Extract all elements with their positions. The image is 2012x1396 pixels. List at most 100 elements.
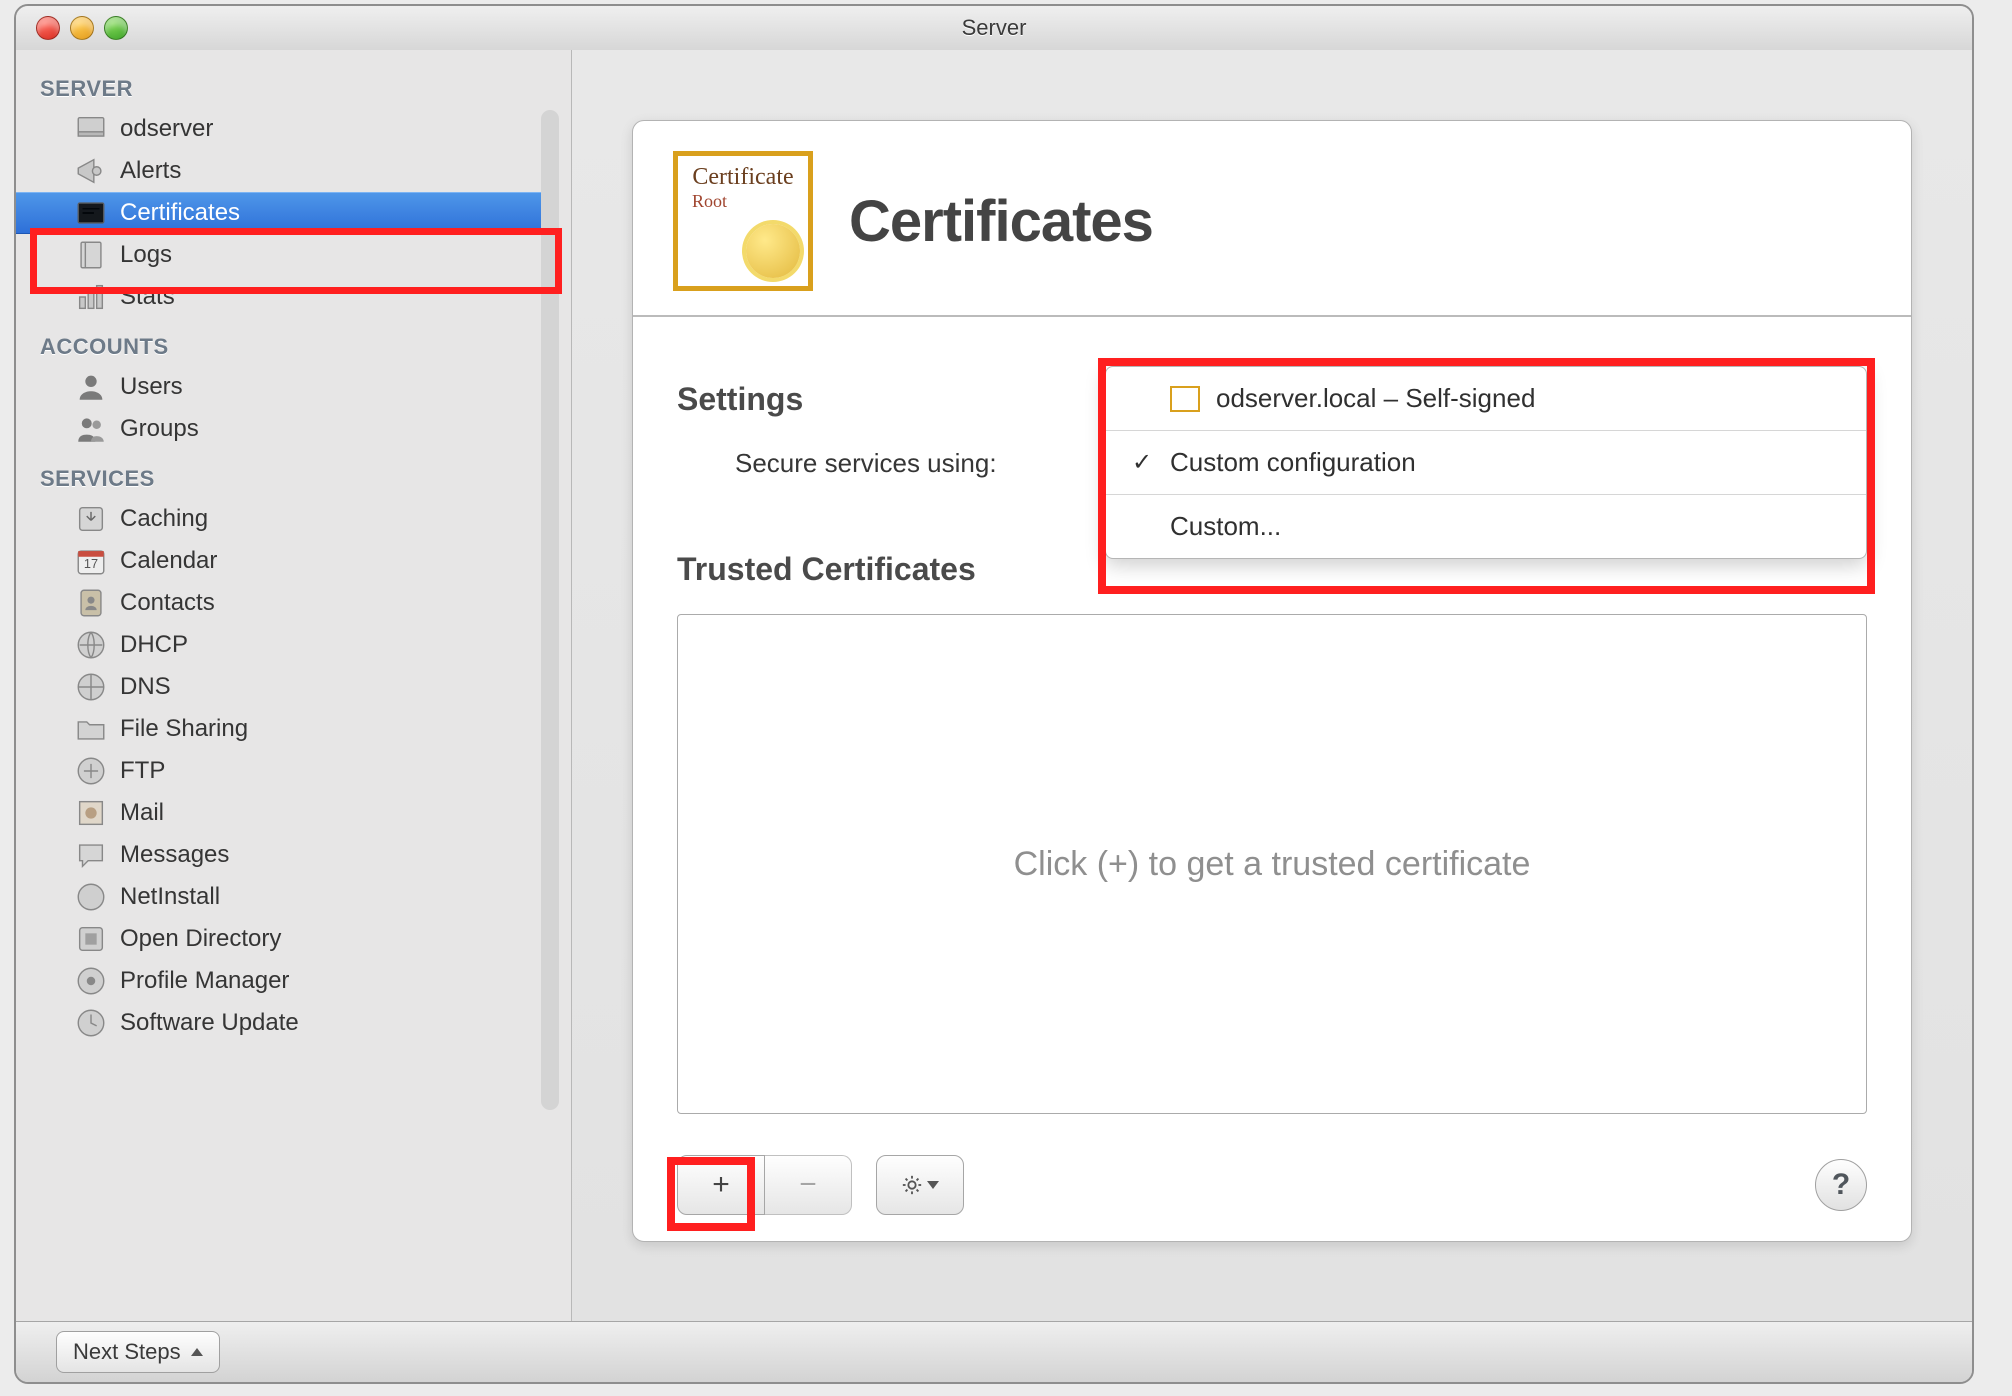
plus-icon: +: [712, 1168, 730, 1202]
sidebar-item-users[interactable]: Users: [16, 366, 541, 408]
sidebar-item-profilemanager[interactable]: Profile Manager: [16, 960, 541, 1002]
action-row: + − ?: [677, 1147, 1867, 1223]
sidebar-item-dns[interactable]: DNS: [16, 666, 541, 708]
download-box-icon: [74, 502, 108, 536]
minus-icon: −: [799, 1168, 817, 1202]
network-tag-icon: [74, 628, 108, 662]
sidebar-item-logs[interactable]: Logs: [16, 234, 541, 276]
gear-menu-button[interactable]: [876, 1155, 964, 1215]
sidebar-item-mail[interactable]: Mail: [16, 792, 541, 834]
page-title: Certificates: [849, 188, 1153, 255]
sidebar-item-label: DHCP: [120, 631, 188, 659]
sidebar-item-label: NetInstall: [120, 883, 220, 911]
gear-icon: [901, 1174, 923, 1196]
sidebar-item-label: Groups: [120, 415, 199, 443]
gear-circle-icon: [74, 964, 108, 998]
sidebar: SERVER odserver Alerts Certificates Logs…: [16, 50, 572, 1322]
sidebar-item-label: Contacts: [120, 589, 215, 617]
add-remove-group: + −: [677, 1155, 852, 1215]
sidebar-item-odserver[interactable]: odserver: [16, 108, 541, 150]
sidebar-item-netinstall[interactable]: NetInstall: [16, 876, 541, 918]
computer-icon: [74, 112, 108, 146]
sidebar-item-label: File Sharing: [120, 715, 248, 743]
sidebar-item-label: FTP: [120, 757, 165, 785]
notebook-icon: [74, 238, 108, 272]
certificate-icon: [1170, 386, 1200, 412]
user-icon: [74, 370, 108, 404]
sidebar-item-calendar[interactable]: 17 Calendar: [16, 540, 541, 582]
dropdown-option-custom[interactable]: Custom...: [1106, 495, 1866, 558]
next-steps-button[interactable]: Next Steps: [56, 1331, 220, 1373]
dropdown-option-label: Custom configuration: [1170, 447, 1416, 478]
folder-icon: [74, 712, 108, 746]
sidebar-item-label: Alerts: [120, 157, 181, 185]
trusted-heading: Trusted Certificates: [677, 551, 976, 588]
checkmark-icon: ✓: [1130, 448, 1154, 477]
megaphone-icon: [74, 154, 108, 188]
sidebar-item-label: Stats: [120, 283, 175, 311]
trusted-certificates-list[interactable]: Click (+) to get a trusted certificate: [677, 614, 1867, 1114]
sidebar-item-label: Users: [120, 373, 183, 401]
certificate-icon: [74, 196, 108, 230]
next-steps-label: Next Steps: [73, 1339, 181, 1365]
address-book-icon: [74, 586, 108, 620]
bar-chart-icon: [74, 280, 108, 314]
sidebar-item-label: odserver: [120, 115, 213, 143]
sidebar-item-messages[interactable]: Messages: [16, 834, 541, 876]
sidebar-item-ftp[interactable]: FTP: [16, 750, 541, 792]
sidebar-item-label: Certificates: [120, 199, 240, 227]
sidebar-section-accounts: ACCOUNTS: [16, 318, 541, 366]
dropdown-option-custom-config[interactable]: ✓ Custom configuration: [1106, 431, 1866, 495]
chevron-up-icon: [191, 1348, 203, 1356]
help-button[interactable]: ?: [1815, 1159, 1867, 1211]
dropdown-option-odserver[interactable]: odserver.local – Self-signed: [1106, 367, 1866, 431]
directory-icon: [74, 922, 108, 956]
ftp-globe-icon: [74, 754, 108, 788]
update-gear-icon: [74, 1006, 108, 1040]
certificate-dropdown[interactable]: odserver.local – Self-signed ✓ Custom co…: [1105, 366, 1867, 559]
remove-button[interactable]: −: [765, 1155, 852, 1215]
sidebar-section-server: SERVER: [16, 60, 541, 108]
chevron-down-icon: [927, 1181, 939, 1189]
status-bar: Next Steps: [16, 1321, 1972, 1382]
sidebar-item-contacts[interactable]: Contacts: [16, 582, 541, 624]
empty-placeholder: Click (+) to get a trusted certificate: [1014, 845, 1531, 884]
content-card: Certificate Root Certificates Settings S…: [632, 120, 1912, 1242]
sidebar-item-caching[interactable]: Caching: [16, 498, 541, 540]
sidebar-item-alerts[interactable]: Alerts: [16, 150, 541, 192]
dropdown-option-label: odserver.local – Self-signed: [1216, 383, 1535, 414]
sidebar-item-label: Open Directory: [120, 925, 281, 953]
stamp-icon: [74, 796, 108, 830]
sidebar-scrollbar[interactable]: [541, 110, 559, 1110]
sidebar-item-certificates[interactable]: Certificates: [16, 192, 541, 234]
sidebar-item-label: DNS: [120, 673, 171, 701]
certificate-badge-icon: Certificate Root: [673, 151, 813, 291]
sidebar-item-filesharing[interactable]: File Sharing: [16, 708, 541, 750]
secure-services-label: Secure services using:: [735, 448, 997, 479]
svg-text:17: 17: [84, 556, 98, 571]
seal-icon: [746, 224, 800, 278]
group-icon: [74, 412, 108, 446]
sidebar-item-label: Caching: [120, 505, 208, 533]
sidebar-item-groups[interactable]: Groups: [16, 408, 541, 450]
sidebar-item-opendirectory[interactable]: Open Directory: [16, 918, 541, 960]
sidebar-item-label: Messages: [120, 841, 229, 869]
settings-heading: Settings: [677, 381, 803, 418]
sidebar-item-dhcp[interactable]: DHCP: [16, 624, 541, 666]
calendar-icon: 17: [74, 544, 108, 578]
card-header: Certificate Root Certificates: [633, 121, 1911, 317]
globe-icon: [74, 670, 108, 704]
close-button[interactable]: [36, 16, 60, 40]
window-title: Server: [16, 15, 1972, 41]
zoom-button[interactable]: [104, 16, 128, 40]
main-area: Certificate Root Certificates Settings S…: [572, 50, 1972, 1322]
minimize-button[interactable]: [70, 16, 94, 40]
speech-bubble-icon: [74, 838, 108, 872]
sidebar-item-softwareupdate[interactable]: Software Update: [16, 1002, 541, 1044]
sidebar-item-label: Profile Manager: [120, 967, 289, 995]
sidebar-section-services: SERVICES: [16, 450, 541, 498]
question-icon: ?: [1832, 1168, 1850, 1202]
add-button[interactable]: +: [677, 1155, 765, 1215]
sidebar-item-stats[interactable]: Stats: [16, 276, 541, 318]
sidebar-item-label: Mail: [120, 799, 164, 827]
